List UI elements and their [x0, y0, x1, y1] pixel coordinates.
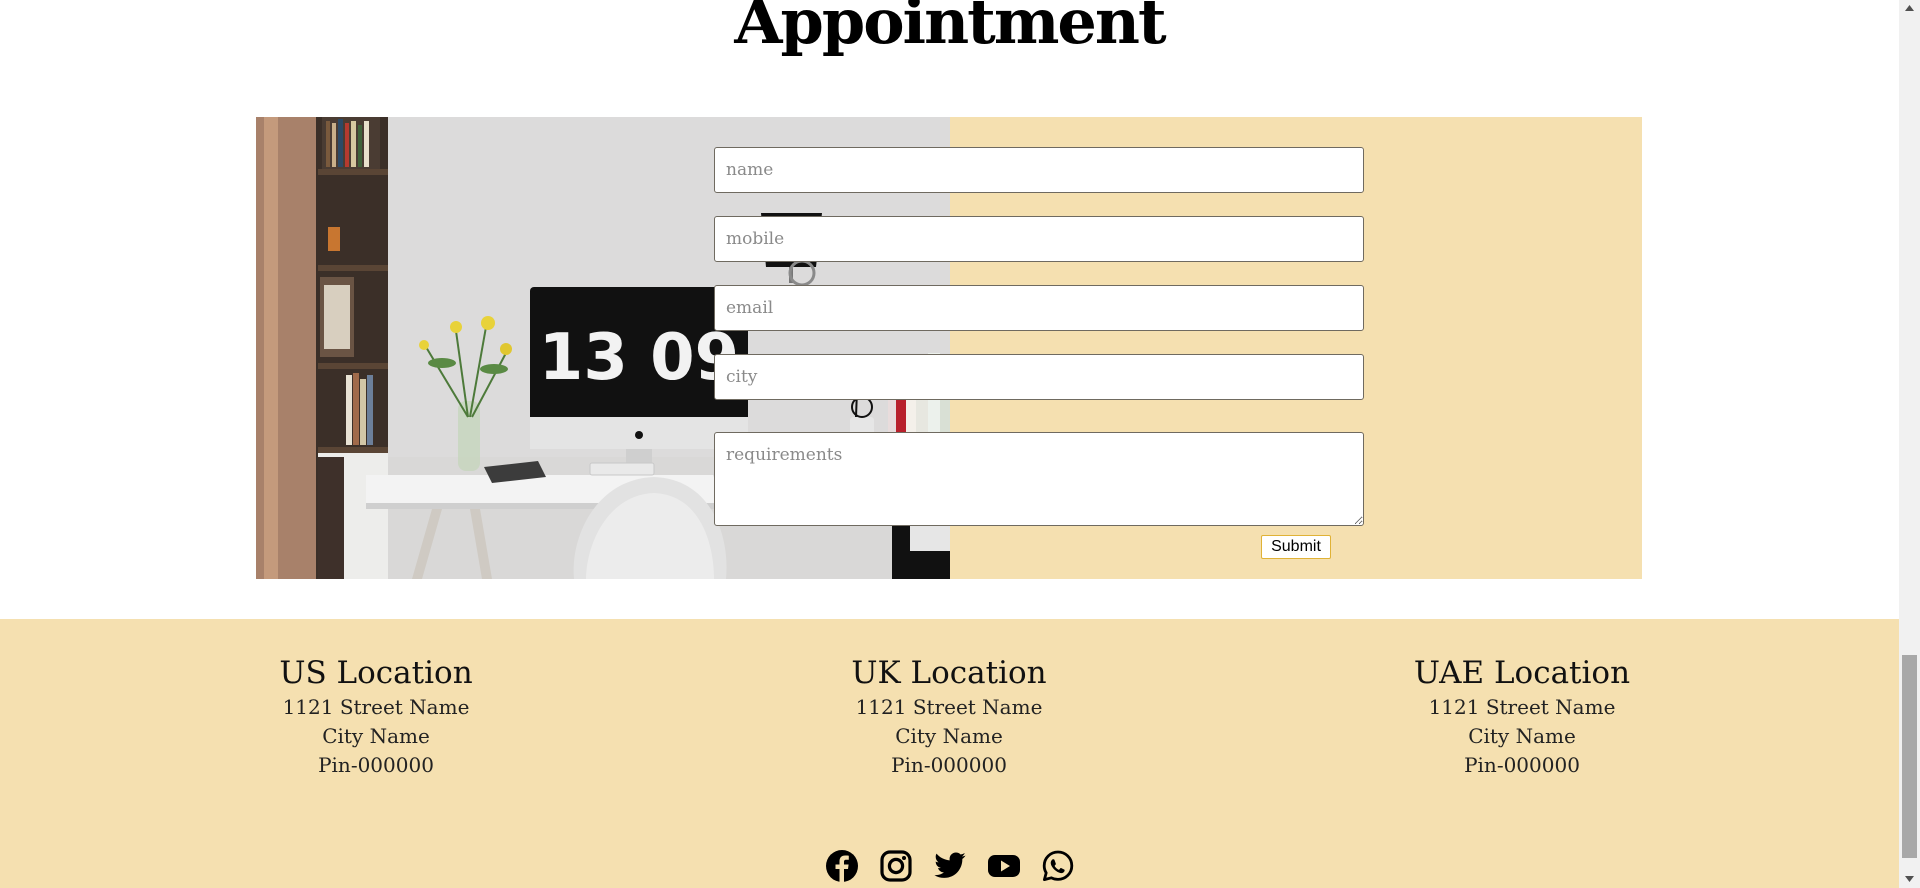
page-title: Appointment [734, 0, 1166, 58]
twitter-icon[interactable] [933, 849, 967, 883]
youtube-icon[interactable] [987, 849, 1021, 883]
location-pin: Pin-000000 [1464, 753, 1580, 777]
submit-button[interactable]: Submit [1261, 535, 1331, 559]
name-input[interactable] [714, 147, 1364, 193]
location-city: City Name [322, 724, 430, 748]
scrollbar[interactable] [1899, 0, 1920, 888]
social-links [0, 849, 1899, 883]
location-street: 1121 Street Name [282, 695, 470, 719]
mobile-input[interactable] [714, 216, 1364, 262]
scrollbar-thumb[interactable] [1902, 655, 1917, 858]
email-input[interactable] [714, 285, 1364, 331]
city-input[interactable] [714, 354, 1364, 400]
location-pin: Pin-000000 [891, 753, 1007, 777]
page: Appointment 13 09 name mobile email city… [0, 0, 1899, 888]
location-title: UK Location [851, 655, 1047, 691]
scroll-up-arrow-icon[interactable] [1899, 0, 1920, 17]
location-uae: UAE Location 1121 Street Name City Name … [1342, 653, 1702, 780]
location-uk: UK Location 1121 Street Name City Name P… [769, 653, 1129, 780]
location-city: City Name [895, 724, 1003, 748]
facebook-icon[interactable] [825, 849, 859, 883]
location-city: City Name [1468, 724, 1576, 748]
location-pin: Pin-000000 [318, 753, 434, 777]
clock-text: 13 09 [539, 321, 739, 395]
location-title: US Location [279, 655, 473, 691]
location-title: UAE Location [1413, 655, 1631, 691]
location-street: 1121 Street Name [1428, 695, 1616, 719]
location-us: US Location 1121 Street Name City Name P… [196, 653, 556, 780]
footer: US Location 1121 Street Name City Name P… [0, 619, 1899, 888]
location-street: 1121 Street Name [855, 695, 1043, 719]
scroll-down-arrow-icon[interactable] [1899, 871, 1920, 888]
instagram-icon[interactable] [879, 849, 913, 883]
requirements-textarea[interactable] [714, 432, 1364, 526]
whatsapp-icon[interactable] [1041, 849, 1075, 883]
